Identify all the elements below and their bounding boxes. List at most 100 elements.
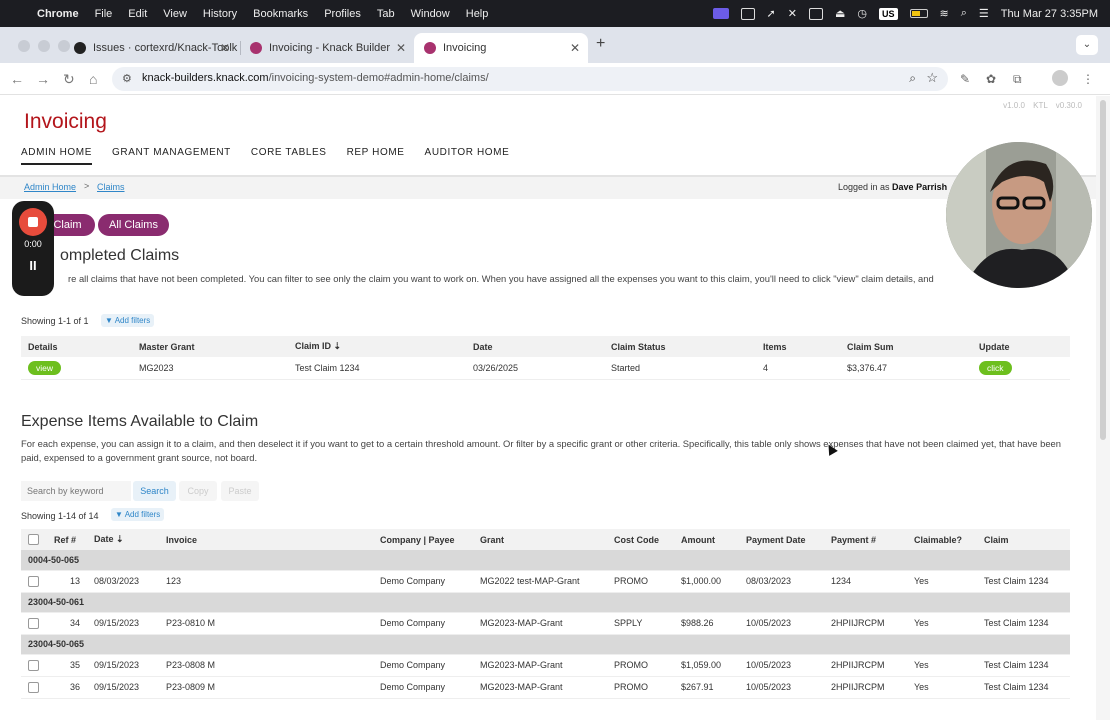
rocket-icon[interactable]: ➚ <box>767 7 776 20</box>
puzzle-icon[interactable]: ⧉ <box>1013 72 1022 87</box>
wifi-icon[interactable]: ≋ <box>940 7 949 20</box>
knack-icon <box>250 42 262 54</box>
tab-invoicing[interactable]: Invoicing ✕ <box>414 33 588 63</box>
app-title[interactable]: Invoicing <box>24 110 107 134</box>
breadcrumb-separator: > <box>84 181 90 191</box>
group-header: 0004-50-065 <box>21 550 1070 571</box>
mac-menu-bar: Chrome File Edit View History Bookmarks … <box>0 0 1110 27</box>
chevron-down-icon[interactable]: ⌄ <box>1076 35 1098 55</box>
nav-admin-home[interactable]: ADMIN HOME <box>21 147 92 165</box>
expenses-table: Ref # Date ⇣ Invoice Company | Payee Gra… <box>21 529 1070 699</box>
url-text: knack-builders.knack.com/invoicing-syste… <box>142 72 489 84</box>
search-button[interactable]: Search <box>133 481 176 501</box>
menu-app-name[interactable]: Chrome <box>37 8 79 20</box>
menu-file[interactable]: File <box>95 8 113 20</box>
page-content: v1.0.0 KTL v0.30.0 Invoicing ADMIN HOME … <box>0 96 1096 720</box>
menu-help[interactable]: Help <box>466 8 489 20</box>
site-info-icon[interactable]: ⚙ <box>122 72 132 85</box>
row-checkbox[interactable] <box>28 659 39 671</box>
completed-claims-description: re all claims that have not been complet… <box>68 273 934 284</box>
completed-claims-title: ompleted Claims <box>60 247 180 264</box>
apple-icon[interactable] <box>13 7 27 21</box>
nav-auditor-home[interactable]: AUDITOR HOME <box>425 147 510 165</box>
webcam-person-image <box>946 142 1092 288</box>
spotlight-icon[interactable]: ⌕ <box>961 7 967 20</box>
results-count: Showing 1-14 of 14 <box>21 511 99 521</box>
screen-share-icon[interactable] <box>712 8 729 19</box>
tab-knack-builder[interactable]: Invoicing - Knack Builder ✕ <box>240 33 414 63</box>
row-checkbox[interactable] <box>28 681 39 693</box>
copy-button[interactable]: Copy <box>179 481 217 501</box>
row-checkbox[interactable] <box>28 575 39 587</box>
close-tab-icon[interactable]: ✕ <box>220 41 230 55</box>
close-tab-icon[interactable]: ✕ <box>396 41 406 55</box>
col-claim-id[interactable]: Claim ID ⇣ <box>288 336 466 357</box>
add-filters-button[interactable]: ▼ Add filters <box>111 508 165 521</box>
more-menu-icon[interactable]: ⋮ <box>1082 72 1094 86</box>
address-bar[interactable]: ⚙ knack-builders.knack.com/invoicing-sys… <box>112 67 948 91</box>
control-center-icon[interactable]: ☰ <box>979 7 989 20</box>
col-update: Update <box>972 336 1070 357</box>
row-checkbox[interactable] <box>28 617 39 629</box>
extension-icon[interactable]: ✎ <box>960 72 970 86</box>
search-input[interactable]: Search by keyword <box>21 481 131 501</box>
close-window-icon[interactable] <box>18 40 30 52</box>
camera-off-icon[interactable] <box>740 7 755 20</box>
nav-core-tables[interactable]: CORE TABLES <box>251 147 327 165</box>
table-row: 13 08/03/2023 123 Demo Company MG2022 test-M… <box>21 570 1070 593</box>
table-row: 34 09/15/2023 P23-0810 M Demo Company MG2023… <box>21 612 1070 635</box>
nav-grant-management[interactable]: GRANT MANAGEMENT <box>112 147 231 165</box>
home-icon[interactable]: ⌂ <box>89 71 97 87</box>
sort-icon[interactable]: ⇣ <box>116 534 124 544</box>
cell-status: Started <box>604 357 756 380</box>
extension-icon[interactable]: ✿ <box>986 72 996 86</box>
mute-icon[interactable]: ✕ <box>788 7 797 20</box>
menu-clock[interactable]: Thu Mar 27 3:35PM <box>1001 8 1098 20</box>
add-filters-button[interactable]: ▼ Add filters <box>101 314 155 327</box>
display-icon[interactable] <box>808 7 823 20</box>
back-icon[interactable]: ← <box>10 71 24 87</box>
col-date[interactable]: Date ⇣ <box>87 529 159 550</box>
breadcrumb-claims[interactable]: Claims <box>97 182 125 192</box>
tab-github-issues[interactable]: Issues · cortexrd/Knack-Toolk ✕ <box>64 33 238 63</box>
zoom-icon[interactable]: ⌕ <box>909 71 916 86</box>
menu-window[interactable]: Window <box>411 8 450 20</box>
eject-icon[interactable]: ⏏ <box>835 7 845 20</box>
sort-icon[interactable]: ⇣ <box>334 341 342 351</box>
col-invoice: Invoice <box>159 529 373 550</box>
new-tab-icon[interactable]: + <box>596 35 605 53</box>
bookmark-star-icon[interactable]: ☆ <box>926 70 938 86</box>
profile-avatar[interactable] <box>1052 70 1068 86</box>
cell-grant: MG2023 <box>132 357 288 380</box>
menu-bookmarks[interactable]: Bookmarks <box>253 8 308 20</box>
close-tab-icon[interactable]: ✕ <box>570 41 580 55</box>
page-scrollbar[interactable] <box>1096 96 1110 720</box>
minimize-window-icon[interactable] <box>38 40 50 52</box>
stop-recording-button[interactable] <box>19 208 47 236</box>
col-details: Details <box>21 336 132 357</box>
cell-claim-id: Test Claim 1234 <box>288 357 466 380</box>
nav-rep-home[interactable]: REP HOME <box>347 147 405 165</box>
menu-tab[interactable]: Tab <box>377 8 395 20</box>
forward-icon[interactable]: → <box>36 71 50 87</box>
paste-button[interactable]: Paste <box>221 481 259 501</box>
menu-edit[interactable]: Edit <box>128 8 147 20</box>
view-button[interactable]: view <box>28 360 62 375</box>
menu-history[interactable]: History <box>203 8 237 20</box>
breadcrumb-home[interactable]: Admin Home <box>24 182 76 192</box>
pause-recording-button[interactable]: II <box>12 258 54 273</box>
col-date: Date <box>466 336 604 357</box>
input-language[interactable]: US <box>879 7 898 20</box>
reload-icon[interactable]: ↻ <box>63 71 75 88</box>
scrollbar-thumb[interactable] <box>1100 100 1106 440</box>
table-row: 36 09/15/2023 P23-0809 M Demo Company MG2023… <box>21 676 1070 699</box>
click-button[interactable]: click <box>979 360 1012 375</box>
menu-profiles[interactable]: Profiles <box>324 8 361 20</box>
all-claims-button[interactable]: All Claims <box>98 214 169 236</box>
col-select[interactable] <box>21 529 47 550</box>
status-icons: ➚ ✕ ⏏ ◷ US ≋ ⌕ ☰ Thu Mar 27 3:35PM <box>712 0 1098 27</box>
select-all-checkbox[interactable] <box>28 534 39 546</box>
menu-view[interactable]: View <box>163 8 187 20</box>
clock-icon[interactable]: ◷ <box>857 7 867 20</box>
battery-icon[interactable] <box>909 9 928 18</box>
